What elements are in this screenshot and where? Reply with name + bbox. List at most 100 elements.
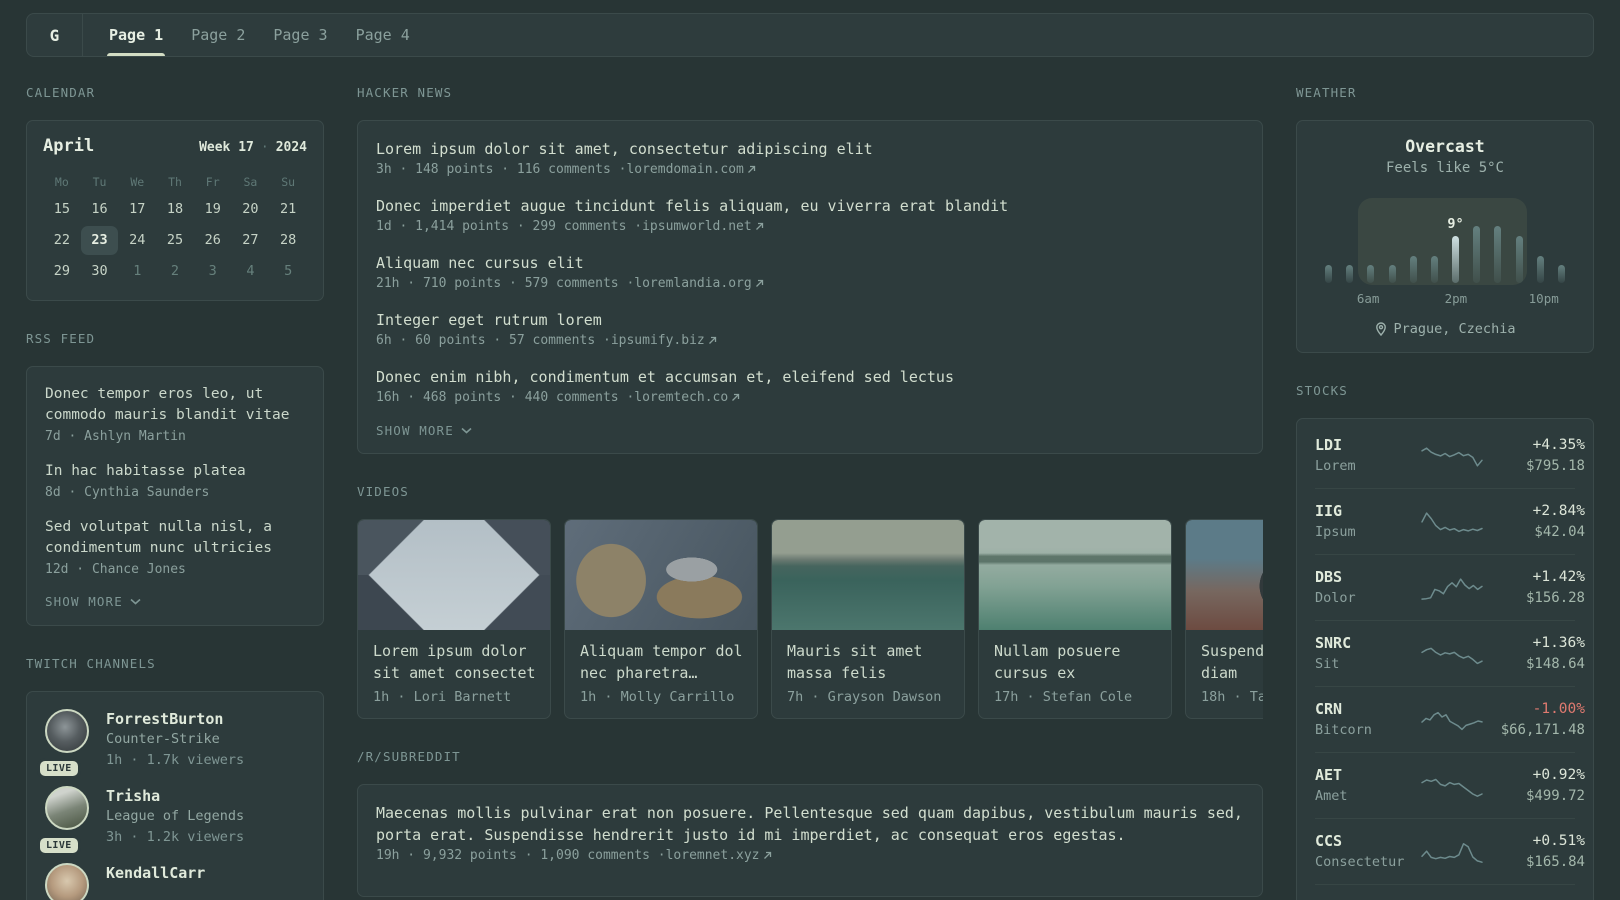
video-card[interactable]: Lorem ipsum dolor sit amet consectetu… 1… [357, 519, 551, 719]
twitch-channel-name[interactable]: KendallCarr [106, 863, 205, 883]
stock-row[interactable]: AHS +0.46% [1315, 884, 1575, 900]
twitch-channel-name[interactable]: ForrestBurton [106, 709, 244, 729]
stock-price: $148.64 [1525, 656, 1585, 672]
stock-row[interactable]: AET Amet +0.92% $499.72 [1315, 752, 1585, 818]
video-card[interactable]: Nullam posuere cursus ex 17h · Stefan Co… [978, 519, 1172, 719]
video-meta: 18h · Tara [1201, 689, 1263, 705]
video-title-line1: Mauris sit amet [787, 642, 923, 660]
hackernews-item-title[interactable]: Integer eget rutrum lorem [376, 309, 1244, 331]
video-card[interactable]: Mauris sit amet massa felis 7h · Grayson… [771, 519, 965, 719]
page-tab[interactable]: Page 4 [342, 14, 424, 56]
hackernews-item-domain[interactable]: loremtech.co [634, 390, 728, 405]
video-title-line1: Aliquam tempor dolor [580, 642, 742, 660]
hackernews-item-title[interactable]: Aliquam nec cursus elit [376, 252, 1244, 274]
rss-item-meta: 7d · Ashlyn Martin [45, 429, 186, 444]
video-thumbnail[interactable] [979, 520, 1171, 630]
subreddit-post-domain[interactable]: loremnet.xyz [666, 848, 760, 863]
rss-item[interactable]: Sed volutpat nulla nisl, a condimentum n… [45, 517, 305, 577]
stock-numbers: +1.42% $156.28 [1493, 567, 1585, 608]
calendar-day-cell: 15 [53, 201, 70, 217]
video-card[interactable]: Aliquam tempor dolor nec pharetra… 1h · … [564, 519, 758, 719]
video-card[interactable]: Suspendisse diam 18h · Tara [1185, 519, 1263, 719]
calendar-grid: Mo Tu We Th Fr Sa Su 15 16 17 18 19 20 2… [43, 171, 307, 286]
videos-widget: Lorem ipsum dolor sit amet consectetu… 1… [357, 519, 1263, 719]
twitch-channel-row[interactable]: LIVE ForrestBurton Counter-Strike 1h · 1… [40, 709, 305, 776]
weather-axis-tick: 10pm [1528, 291, 1559, 306]
hackernews-item-title[interactable]: Donec enim nibh, condimentum et accumsan… [376, 366, 1244, 388]
twitch-widget: LIVE ForrestBurton Counter-Strike 1h · 1… [26, 691, 324, 900]
video-card-body: Lorem ipsum dolor sit amet consectetu… 1… [358, 630, 550, 718]
video-title-line2: nec pharetra… [580, 664, 698, 682]
hackernews-item-meta: 21h · 710 points · 579 comments · loreml… [376, 276, 1244, 291]
video-thumbnail[interactable] [358, 520, 550, 630]
page-tab[interactable]: Page 1 [95, 14, 177, 56]
hackernews-item-domain[interactable]: loremlandia.org [634, 276, 751, 291]
stocks-widget-label: STOCKS [1296, 383, 1348, 398]
video-title-line2: sit amet consectetu… [373, 664, 535, 682]
hackernews-item-stats: 21h · 710 points · 579 comments · [376, 276, 635, 291]
weather-hour-bar [1346, 265, 1354, 283]
stock-row[interactable]: SNRC Sit +1.36% $148.64 [1315, 620, 1585, 686]
stock-name: Bitcorn [1315, 722, 1372, 738]
video-thumbnail[interactable] [1186, 520, 1263, 630]
stock-change-percent: +1.36% [1532, 635, 1585, 651]
stock-sparkline [1421, 446, 1483, 467]
weather-hour-bar [1430, 255, 1438, 283]
hackernews-show-more-button[interactable]: SHOW MORE [376, 423, 1244, 438]
video-card-body: Suspendisse diam 18h · Tara [1186, 630, 1263, 718]
hackernews-item: Donec imperdiet augue tincidunt felis al… [376, 195, 1244, 234]
twitch-channel-info: Trisha League of Legends 3h · 1.2k viewe… [106, 786, 244, 847]
twitch-channel-row[interactable]: LIVE Trisha League of Legends 3h · 1.2k … [40, 786, 305, 853]
stock-symbol: LDI [1315, 436, 1343, 454]
calendar-week-year: Week 17 · 2024 [199, 140, 307, 155]
stock-identity: LDI Lorem [1315, 435, 1411, 476]
video-meta: 1h · Molly Carrillo [580, 689, 735, 705]
twitch-channel-name[interactable]: Trisha [106, 786, 244, 806]
video-title-line1: Suspendisse [1201, 642, 1263, 660]
stock-numbers: +2.84% $42.04 [1493, 501, 1585, 542]
stock-symbol: SNRC [1315, 634, 1352, 652]
stock-row[interactable]: LDI Lorem +4.35% $795.18 [1315, 423, 1585, 488]
middle-column: HACKER NEWS Lorem ipsum dolor sit amet, … [357, 85, 1263, 897]
weather-bars: 9° [1321, 198, 1569, 283]
weather-hour-bar [1325, 265, 1332, 283]
stock-row[interactable]: IIG Ipsum +2.84% $42.04 [1315, 488, 1585, 554]
stock-sparkline [1421, 778, 1483, 797]
weather-widget: Overcast Feels like 5°C 9° 6am 2pm 10pm … [1296, 120, 1594, 353]
stock-row[interactable]: CCS Consectetur +0.51% $165.84 [1315, 818, 1585, 884]
weather-hour-bar [1557, 265, 1565, 283]
stock-symbol: DBS [1315, 568, 1343, 586]
video-thumbnail[interactable] [565, 520, 757, 630]
rss-item-title[interactable]: Donec tempor eros leo, ut commodo mauris… [45, 384, 305, 426]
hackernews-item-domain[interactable]: ipsumworld.net [642, 219, 752, 234]
stock-row[interactable]: CRN Bitcorn -1.00% $66,171.48 [1315, 686, 1585, 752]
stock-row[interactable]: DBS Dolor +1.42% $156.28 [1315, 554, 1585, 620]
calendar-day-cell: 24 [129, 232, 146, 248]
calendar-day-cell: 21 [280, 201, 297, 217]
rss-item-title[interactable]: Sed volutpat nulla nisl, a condimentum n… [45, 517, 305, 559]
app-logo[interactable]: G [27, 14, 83, 56]
hackernews-item-domain[interactable]: ipsumify.biz [611, 333, 705, 348]
video-thumbnail[interactable] [772, 520, 964, 630]
calendar-widget: April Week 17 · 2024 Mo Tu We Th Fr Sa S… [26, 120, 324, 301]
calendar-day-cell: 5 [284, 263, 293, 279]
page-tab[interactable]: Page 2 [177, 14, 259, 56]
subreddit-post-title[interactable]: Maecenas mollis pulvinar erat non posuer… [376, 802, 1244, 846]
page-tab[interactable]: Page 3 [259, 14, 341, 56]
calendar-day-cell: 22 [53, 232, 70, 248]
hackernews-item-title[interactable]: Lorem ipsum dolor sit amet, consectetur … [376, 138, 1244, 160]
hackernews-item: Integer eget rutrum lorem 6h · 60 points… [376, 309, 1244, 348]
rss-item[interactable]: Donec tempor eros leo, ut commodo mauris… [45, 384, 305, 444]
stock-price: $66,171.48 [1500, 722, 1585, 738]
rss-item-title[interactable]: In hac habitasse platea [45, 461, 305, 482]
rss-show-more-button[interactable]: SHOW MORE [45, 594, 305, 609]
hackernews-item-title[interactable]: Donec imperdiet augue tincidunt felis al… [376, 195, 1244, 217]
twitch-channel-row[interactable]: KendallCarr [45, 863, 305, 900]
location-pin-icon [1375, 322, 1386, 336]
video-meta: 1h · Lori Barnett [373, 689, 512, 705]
rss-item[interactable]: In hac habitasse platea 8d · Cynthia Sau… [45, 461, 305, 500]
weather-location[interactable]: Prague, Czechia [1315, 321, 1575, 337]
stock-identity: AET Amet [1315, 765, 1411, 806]
hackernews-item-domain[interactable]: loremdomain.com [626, 162, 743, 177]
twitch-channel-game: Counter-Strike [106, 731, 220, 747]
